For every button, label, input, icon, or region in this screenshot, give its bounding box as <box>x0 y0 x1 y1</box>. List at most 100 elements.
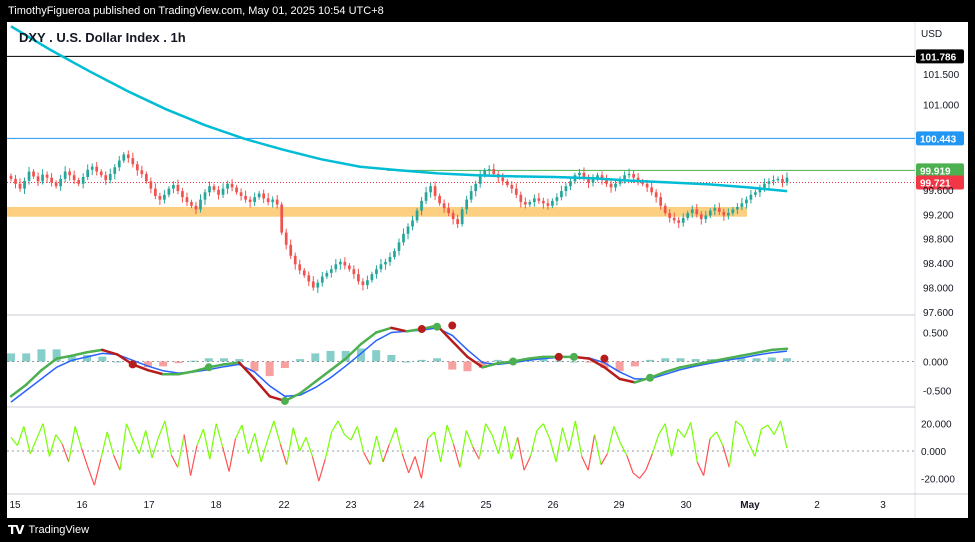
time-tick-label: 23 <box>345 500 357 511</box>
tradingview-logo[interactable]: TV TradingView <box>8 518 89 542</box>
macd-histogram-bar <box>661 358 670 362</box>
time-tick-label: May <box>740 500 760 511</box>
candle-body <box>253 197 256 203</box>
candle-body <box>23 180 26 189</box>
candle-body <box>158 195 162 200</box>
macd-line-segment <box>222 361 241 366</box>
candle-body <box>59 178 62 187</box>
candle-body <box>181 191 184 198</box>
candle-body <box>99 171 103 176</box>
candle-body <box>551 200 554 206</box>
macd-signal-marker-buy <box>204 363 213 372</box>
macd-histogram-bar <box>174 361 183 364</box>
oscillator-tick-label: -20.000 <box>921 474 955 485</box>
macd-histogram-bar <box>189 360 198 362</box>
tradingview-logo-text: TradingView <box>28 524 90 536</box>
publisher-header: TimothyFigueroa published on TradingView… <box>0 0 975 22</box>
candle-body <box>767 181 771 184</box>
macd-tick-label: 0.500 <box>923 329 948 340</box>
candle-body <box>785 177 789 183</box>
candle-body <box>18 183 22 189</box>
time-tick-label: 15 <box>9 500 21 511</box>
candle-body <box>677 220 681 223</box>
candle-body <box>415 210 419 221</box>
price-tick-label: 101.500 <box>923 70 960 81</box>
chart-area[interactable]: 101.786 100.443 99.919 99.721 101.500 101.000… <box>7 22 968 518</box>
price-tick-label: 99.200 <box>923 210 954 221</box>
macd-histogram-bar <box>448 361 457 370</box>
candle-body <box>442 203 446 209</box>
candle-body <box>14 178 17 184</box>
candle-body <box>311 281 315 288</box>
candle-body <box>41 174 44 182</box>
candle-body <box>569 181 572 187</box>
candle-body <box>77 180 81 184</box>
candle-body <box>163 194 166 200</box>
candle-body <box>537 198 541 201</box>
candle-body <box>144 173 148 182</box>
chart-svg[interactable]: 101.786100.44399.91999.721101.500101.000… <box>7 22 968 518</box>
candle-body <box>194 205 198 210</box>
price-tick-label: 101.000 <box>923 100 960 111</box>
candle-body <box>131 158 135 165</box>
time-tick-label: 22 <box>278 500 290 511</box>
candle-body <box>740 203 744 207</box>
time-tick-label: 18 <box>210 500 222 511</box>
candle-body <box>307 275 311 282</box>
candle-body <box>357 274 360 282</box>
candle-body <box>266 198 270 203</box>
candle-body <box>208 186 211 193</box>
candle-body <box>438 195 441 204</box>
candle-body <box>411 220 414 227</box>
footer: TV TradingView <box>0 518 975 542</box>
candle-body <box>366 280 369 286</box>
candle-body <box>384 261 387 265</box>
candle-body <box>370 274 374 281</box>
macd-histogram-bar <box>433 358 442 362</box>
candle-body <box>54 182 58 187</box>
candle-body <box>681 217 685 223</box>
candle-body <box>154 188 157 196</box>
macd-histogram-bar <box>22 353 31 362</box>
macd-histogram-bar <box>37 349 46 362</box>
candle-body <box>627 173 631 176</box>
macd-histogram-bar <box>402 361 411 363</box>
candle-body <box>316 282 320 288</box>
candle-body <box>72 175 76 181</box>
macd-histogram-bar <box>159 361 168 367</box>
candle-body <box>36 176 40 182</box>
candle-body <box>221 188 225 195</box>
candle-body <box>560 191 563 198</box>
macd-tick-label: -0.500 <box>923 387 952 398</box>
candle-body <box>203 192 207 200</box>
macd-histogram-bar <box>767 357 776 362</box>
macd-histogram-bar <box>204 358 213 362</box>
time-tick-label: 29 <box>613 500 625 511</box>
candle-body <box>754 192 757 195</box>
candle-body <box>135 164 139 171</box>
oscillator-tick-label: 20.000 <box>921 420 952 431</box>
candle-body <box>172 184 175 189</box>
candle-body <box>235 187 238 193</box>
macd-signal-marker-buy <box>569 352 578 361</box>
macd-histogram-bar <box>235 359 244 362</box>
candle-body <box>95 166 99 172</box>
macd-histogram-bar <box>493 359 502 362</box>
candle-body <box>433 186 437 196</box>
candle-body <box>167 188 171 195</box>
time-tick-label: 30 <box>680 500 692 511</box>
macd-histogram-bar <box>220 358 229 362</box>
macd-signal-marker-buy <box>646 373 655 382</box>
candle-body <box>474 183 478 192</box>
candle-body <box>275 199 279 205</box>
macd-histogram-bar <box>311 353 320 362</box>
candle-body <box>45 174 49 178</box>
candle-body <box>343 261 347 266</box>
macd-signal-marker-buy <box>280 396 289 405</box>
candle-body <box>393 250 396 258</box>
candle-body <box>293 255 297 265</box>
macd-signal-marker-sell <box>448 321 457 330</box>
macd-histogram-bar <box>569 361 578 363</box>
macd-histogram-bar <box>585 361 594 363</box>
candle-body <box>726 213 730 216</box>
